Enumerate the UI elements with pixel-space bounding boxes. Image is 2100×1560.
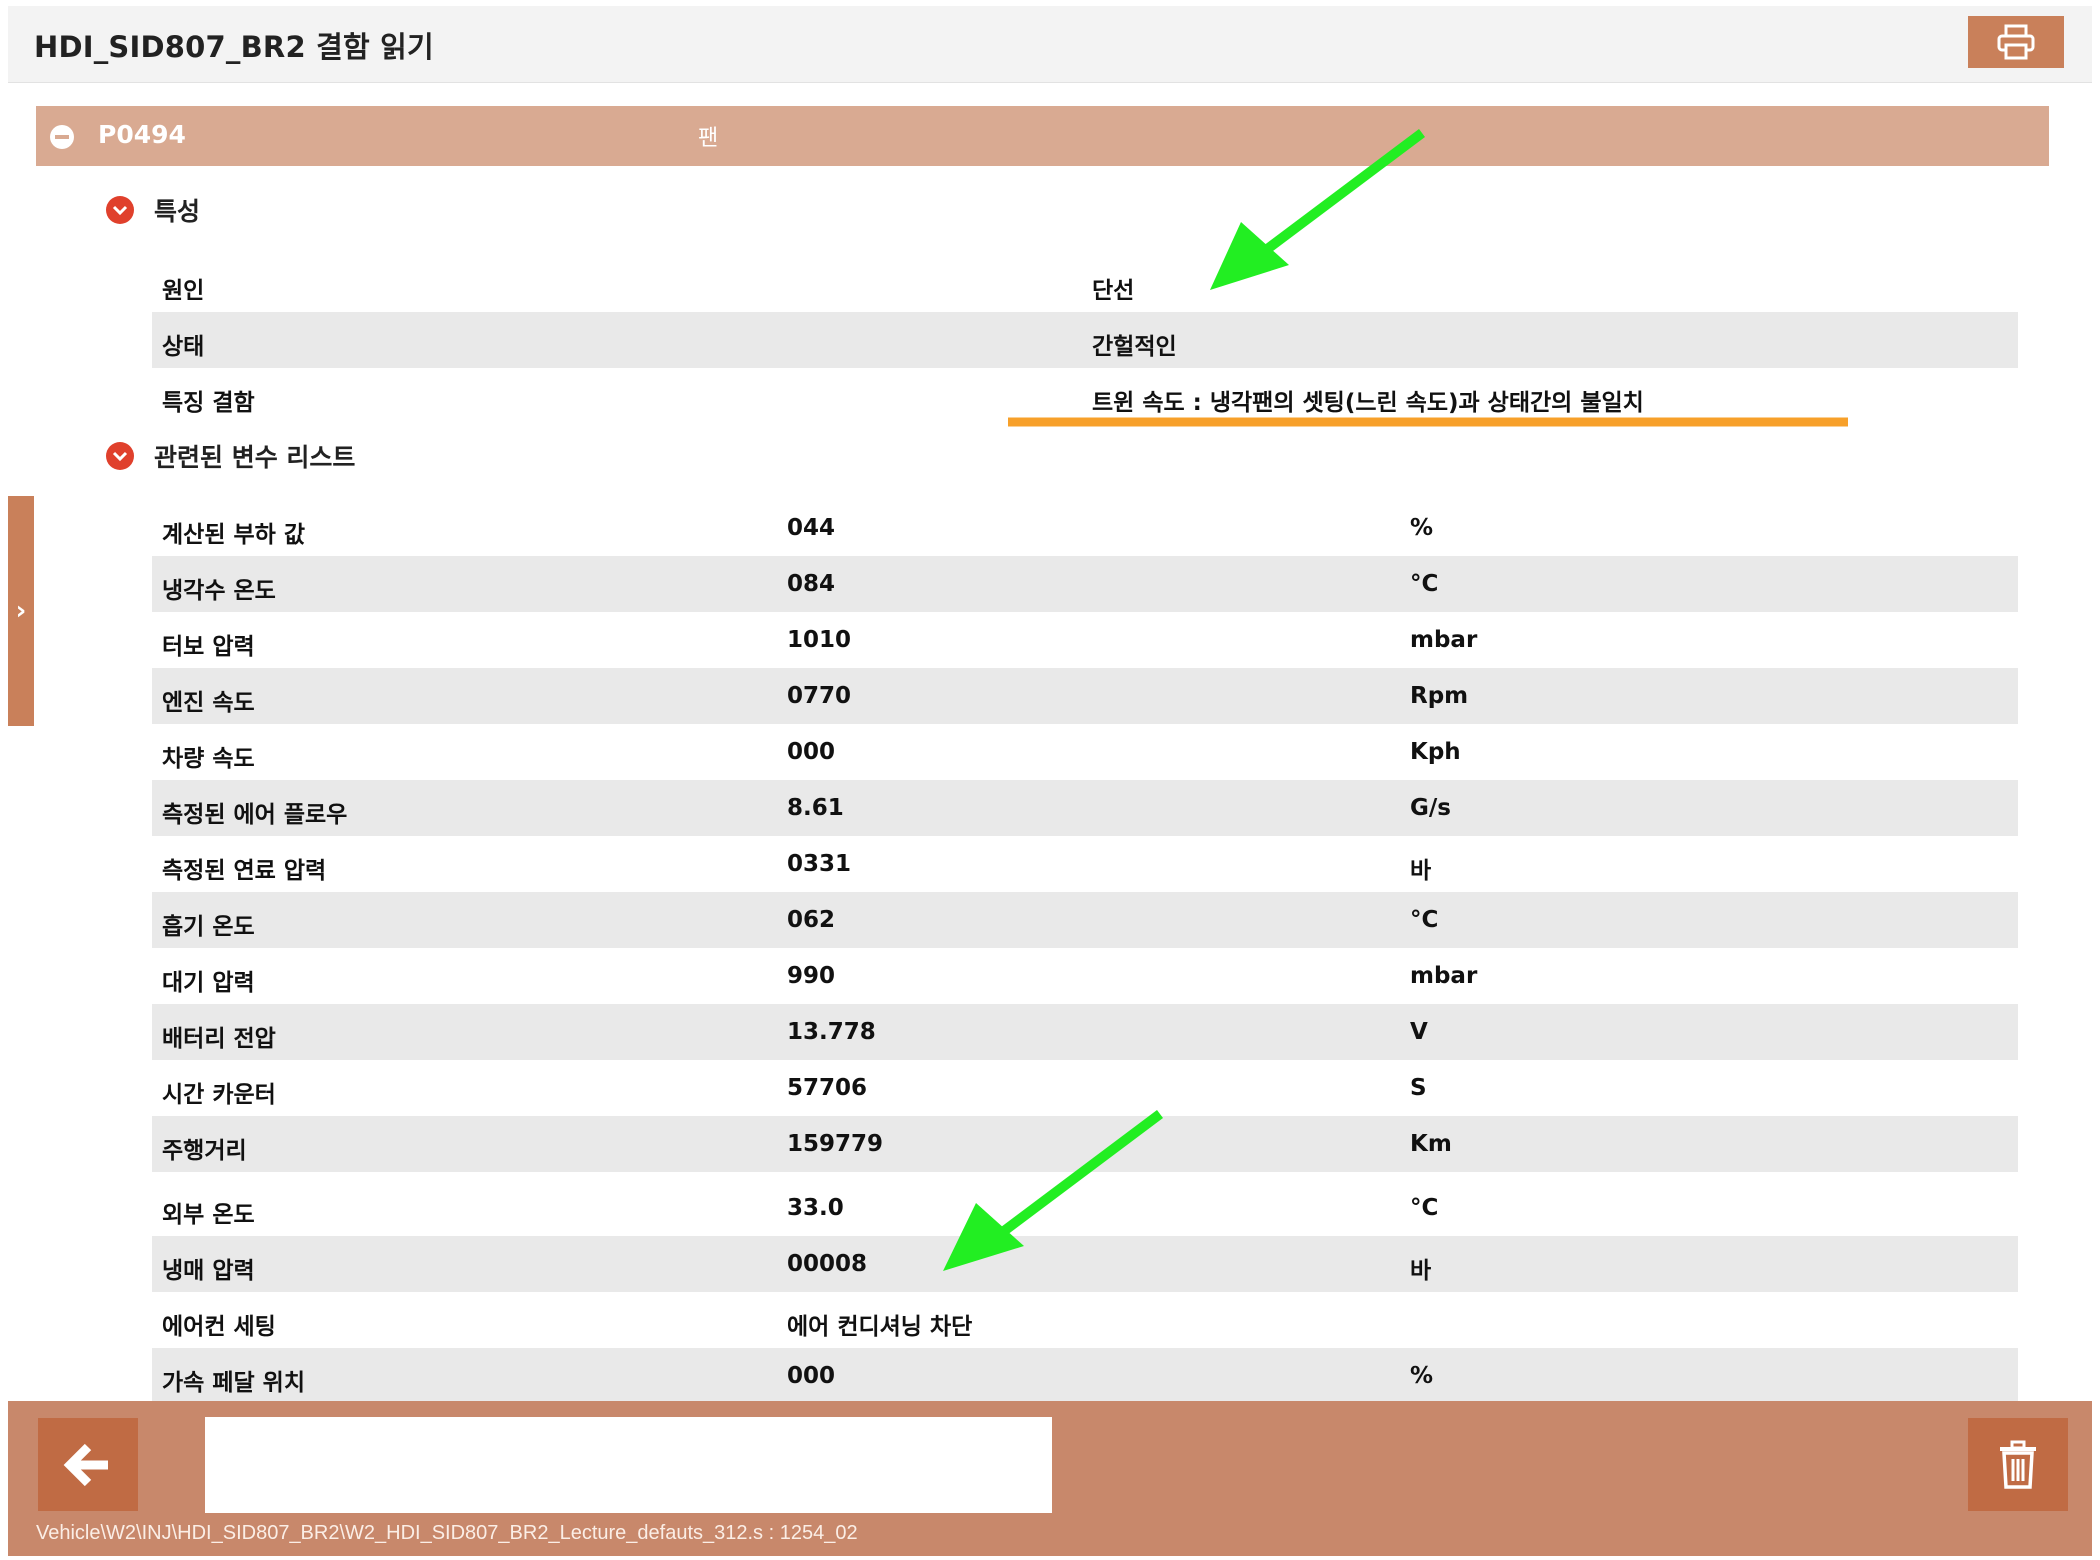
- variable-row: 냉각수 온도 084 °C: [152, 556, 2018, 612]
- variable-value: 00008: [787, 1251, 868, 1277]
- variable-label: 냉각수 온도: [162, 578, 276, 604]
- chevron-down-icon[interactable]: [106, 442, 134, 470]
- collapse-icon[interactable]: [50, 125, 74, 149]
- variable-label: 대기 압력: [162, 970, 255, 996]
- variable-value: 044: [787, 515, 836, 541]
- variable-value: 에어 컨디셔닝 차단: [787, 1314, 973, 1340]
- variable-value: 062: [787, 907, 836, 933]
- title-bar: HDI_SID807_BR2 결함 읽기: [8, 6, 2092, 83]
- variable-value: 0770: [787, 683, 852, 709]
- variable-value: 57706: [787, 1075, 868, 1101]
- variable-value: 990: [787, 963, 836, 989]
- variable-label: 측정된 연료 압력: [162, 858, 327, 884]
- variable-unit: Kph: [1410, 739, 1461, 765]
- variable-row: 터보 압력 1010 mbar: [152, 612, 2018, 668]
- variable-row: 에어컨 세팅 에어 컨디셔닝 차단: [152, 1292, 2018, 1348]
- section-title: 특성: [154, 197, 201, 226]
- app-window: HDI_SID807_BR2 결함 읽기 › P0494 팬 특성 원인 단선: [8, 6, 2092, 1556]
- file-path: Vehicle\W2\INJ\HDI_SID807_BR2\W2_HDI_SID…: [36, 1522, 858, 1544]
- variable-unit: °C: [1410, 571, 1439, 597]
- variable-row: 차량 속도 000 Kph: [152, 724, 2018, 780]
- variable-row: 엔진 속도 0770 Rpm: [152, 668, 2018, 724]
- section-characteristics[interactable]: 특성: [106, 190, 200, 230]
- variable-unit: S: [1410, 1075, 1427, 1101]
- variable-label: 냉매 압력: [162, 1258, 255, 1284]
- variable-row: 측정된 연료 압력 0331 바: [152, 836, 2018, 892]
- message-box: [205, 1417, 1052, 1513]
- variable-row: 흡기 온도 062 °C: [152, 892, 2018, 948]
- variable-row: 외부 온도 33.0 °C: [152, 1180, 2018, 1236]
- chevron-right-icon: ›: [15, 596, 27, 626]
- section-variables[interactable]: 관련된 변수 리스트: [106, 436, 355, 476]
- back-button[interactable]: [38, 1418, 138, 1511]
- variable-label: 계산된 부하 값: [162, 522, 305, 548]
- property-row: 특징 결함 트윈 속도 : 냉각팬의 셋팅(느린 속도)과 상태간의 불일치: [152, 368, 2018, 424]
- arrow-left-icon: [63, 1443, 108, 1486]
- variable-label: 터보 압력: [162, 634, 255, 660]
- variable-unit: G/s: [1410, 795, 1451, 821]
- variable-unit: %: [1410, 1363, 1434, 1389]
- variable-label: 에어컨 세팅: [162, 1314, 276, 1340]
- property-label: 원인: [162, 278, 205, 304]
- variable-row: 냉매 압력 00008 바: [152, 1236, 2018, 1292]
- variable-row: 배터리 전압 13.778 V: [152, 1004, 2018, 1060]
- variable-value: 000: [787, 739, 836, 765]
- variable-value: 000: [787, 1363, 836, 1389]
- variable-unit: °C: [1410, 1195, 1439, 1221]
- variable-row: 계산된 부하 값 044 %: [152, 500, 2018, 556]
- chevron-down-icon[interactable]: [106, 196, 134, 224]
- property-label: 상태: [162, 334, 205, 360]
- variable-row: 가속 페달 위치 000 %: [152, 1348, 2018, 1401]
- page-title: HDI_SID807_BR2 결함 읽기: [34, 30, 434, 64]
- variable-label: 측정된 에어 플로우: [162, 802, 348, 828]
- variable-label: 엔진 속도: [162, 690, 255, 716]
- variable-unit: V: [1410, 1019, 1428, 1045]
- variable-label: 차량 속도: [162, 746, 255, 772]
- variable-unit: %: [1410, 515, 1434, 541]
- side-panel-toggle[interactable]: ›: [8, 496, 34, 726]
- variable-label: 외부 온도: [162, 1202, 255, 1228]
- printer-icon: [1997, 24, 2035, 60]
- variable-unit: 바: [1410, 1258, 1432, 1284]
- dtc-description: 팬: [698, 126, 719, 151]
- variable-unit: Rpm: [1410, 683, 1469, 709]
- property-value: 트윈 속도 : 냉각팬의 셋팅(느린 속도)과 상태간의 불일치: [1092, 390, 1644, 416]
- dtc-header[interactable]: P0494 팬: [36, 106, 2049, 166]
- variable-value: 33.0: [787, 1195, 844, 1221]
- property-row: 상태 간헐적인: [152, 312, 2018, 368]
- dtc-code: P0494: [98, 120, 186, 149]
- variable-label: 흡기 온도: [162, 914, 255, 940]
- variable-row: 시간 카운터 57706 S: [152, 1060, 2018, 1116]
- fault-content: P0494 팬 특성 원인 단선 상태 간헐적인 특징 결함 트윈 속도 : 냉…: [36, 106, 2049, 1401]
- variable-value: 8.61: [787, 795, 844, 821]
- variable-row: 대기 압력 990 mbar: [152, 948, 2018, 1004]
- variable-unit: °C: [1410, 907, 1439, 933]
- variable-row: 주행거리 159779 Km: [152, 1116, 2018, 1172]
- property-row: 원인 단선: [152, 256, 2018, 312]
- property-label: 특징 결함: [162, 390, 255, 416]
- variable-value: 13.778: [787, 1019, 876, 1045]
- section-title: 관련된 변수 리스트: [154, 443, 356, 472]
- variable-label: 가속 페달 위치: [162, 1370, 305, 1396]
- variable-label: 시간 카운터: [162, 1082, 276, 1108]
- trash-icon: [2000, 1440, 2036, 1489]
- variable-unit: 바: [1410, 858, 1432, 884]
- variable-value: 084: [787, 571, 836, 597]
- bottom-toolbar: Vehicle\W2\INJ\HDI_SID807_BR2\W2_HDI_SID…: [8, 1401, 2092, 1556]
- variable-unit: Km: [1410, 1131, 1452, 1157]
- variable-label: 주행거리: [162, 1138, 247, 1164]
- variable-value: 0331: [787, 851, 852, 877]
- variable-unit: mbar: [1410, 963, 1478, 989]
- variable-row: 측정된 에어 플로우 8.61 G/s: [152, 780, 2018, 836]
- property-value: 단선: [1092, 278, 1135, 304]
- variable-unit: mbar: [1410, 627, 1478, 653]
- print-button[interactable]: [1968, 16, 2064, 68]
- delete-button[interactable]: [1968, 1418, 2068, 1511]
- variable-value: 1010: [787, 627, 852, 653]
- property-value: 간헐적인: [1092, 334, 1177, 360]
- variable-value: 159779: [787, 1131, 884, 1157]
- variable-label: 배터리 전압: [162, 1026, 276, 1052]
